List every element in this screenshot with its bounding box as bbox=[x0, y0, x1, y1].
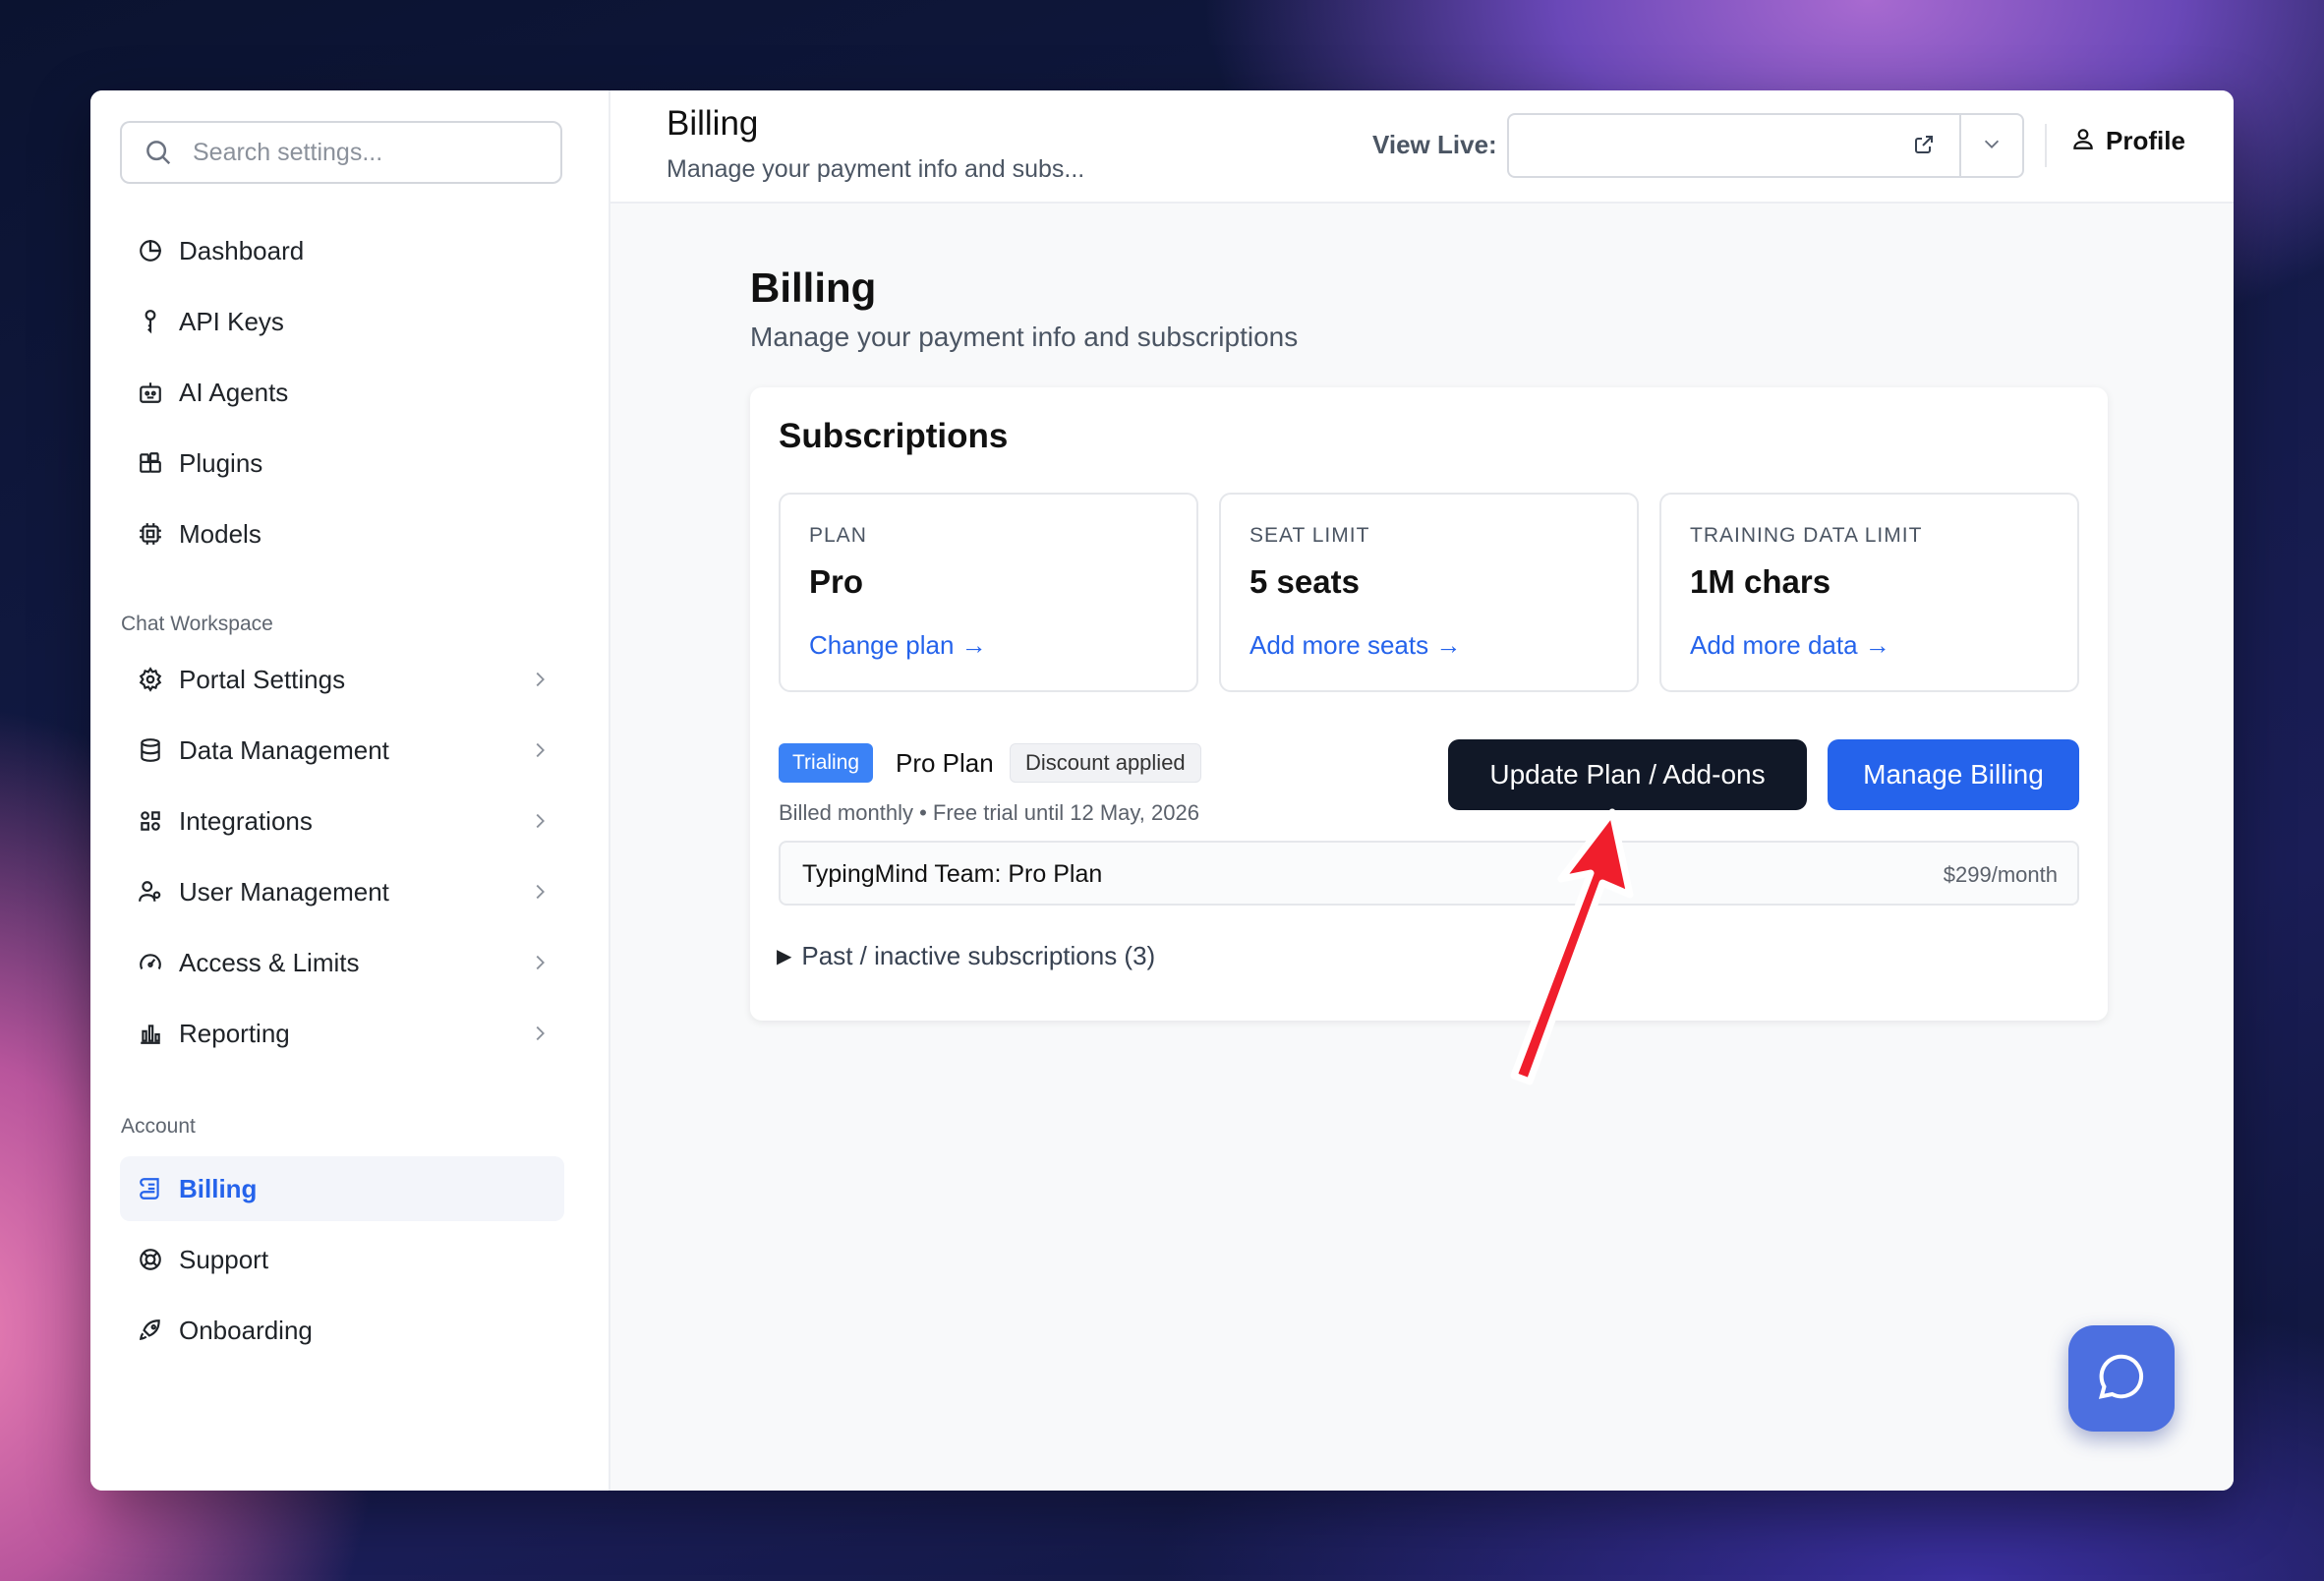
sidebar-item-user-management[interactable]: User Management bbox=[120, 859, 564, 924]
sidebar-item-label: Data Management bbox=[179, 734, 389, 765]
stat-key: SEAT LIMIT bbox=[1249, 524, 1370, 547]
view-live-select[interactable] bbox=[1507, 113, 2024, 178]
sidebar-item-label: Access & Limits bbox=[179, 947, 360, 977]
integrations-icon bbox=[136, 806, 165, 836]
top-bar: Billing Manage your payment info and sub… bbox=[610, 90, 2234, 204]
sidebar-item-api-keys[interactable]: API Keys bbox=[120, 289, 564, 354]
search-input[interactable] bbox=[191, 137, 529, 168]
sidebar: Dashboard API Keys AI Agents Plugins Mod… bbox=[90, 90, 610, 1491]
scroll-icon bbox=[136, 1174, 165, 1203]
profile-label: Profile bbox=[2106, 126, 2185, 155]
topbar-subtitle: Manage your payment info and subs... bbox=[667, 155, 1085, 183]
main-content: Billing Manage your payment info and sub… bbox=[610, 204, 2234, 1491]
database-icon bbox=[136, 735, 165, 765]
sidebar-item-label: Onboarding bbox=[179, 1315, 313, 1345]
sidebar-item-label: Models bbox=[179, 518, 261, 549]
stat-card-plan: PLAN Pro Change plan → bbox=[779, 493, 1198, 692]
sidebar-item-dashboard[interactable]: Dashboard bbox=[120, 218, 564, 283]
external-link-icon[interactable] bbox=[1912, 133, 1938, 158]
sidebar-item-plugins[interactable]: Plugins bbox=[120, 431, 564, 496]
users-icon bbox=[136, 877, 165, 907]
chevron-right-icon bbox=[529, 810, 551, 832]
app-window: Dashboard API Keys AI Agents Plugins Mod… bbox=[90, 90, 2234, 1491]
sidebar-item-integrations[interactable]: Integrations bbox=[120, 789, 564, 853]
gear-icon bbox=[136, 665, 165, 694]
change-plan-link[interactable]: Change plan → bbox=[809, 630, 987, 661]
robot-icon bbox=[136, 378, 165, 407]
chevron-right-icon bbox=[529, 669, 551, 690]
subscriptions-title: Subscriptions bbox=[779, 417, 1009, 455]
sidebar-item-support[interactable]: Support bbox=[120, 1227, 564, 1292]
add-data-link[interactable]: Add more data → bbox=[1690, 630, 1890, 661]
sidebar-item-access-limits[interactable]: Access & Limits bbox=[120, 930, 564, 995]
chevron-right-icon bbox=[529, 739, 551, 761]
sidebar-item-label: Reporting bbox=[179, 1018, 290, 1048]
stat-value: 5 seats bbox=[1249, 563, 1360, 600]
past-subscriptions-toggle[interactable]: ▶ Past / inactive subscriptions (3) bbox=[777, 941, 1155, 971]
chevron-right-icon bbox=[529, 1023, 551, 1044]
page-subtitle: Manage your payment info and subscriptio… bbox=[750, 322, 1299, 352]
view-live-field[interactable] bbox=[1509, 115, 1959, 176]
sidebar-item-label: Portal Settings bbox=[179, 664, 346, 694]
stat-key: PLAN bbox=[809, 524, 867, 547]
sidebar-item-portal-settings[interactable]: Portal Settings bbox=[120, 647, 564, 712]
sidebar-item-label: AI Agents bbox=[179, 377, 289, 407]
sidebar-item-label: API Keys bbox=[179, 306, 284, 336]
past-subscriptions-label: Past / inactive subscriptions (3) bbox=[801, 941, 1156, 970]
pie-chart-icon bbox=[136, 236, 165, 265]
sidebar-item-onboarding[interactable]: Onboarding bbox=[120, 1298, 564, 1363]
sidebar-item-label: Integrations bbox=[179, 805, 313, 836]
cpu-icon bbox=[136, 519, 165, 549]
disclosure-triangle-icon: ▶ bbox=[777, 946, 792, 967]
chevron-down-icon bbox=[1981, 133, 2003, 159]
view-live-label: View Live: bbox=[1372, 130, 1497, 159]
stat-value: Pro bbox=[809, 563, 864, 600]
sidebar-item-label: User Management bbox=[179, 876, 389, 907]
bar-chart-icon bbox=[136, 1019, 165, 1048]
sidebar-item-label: Dashboard bbox=[179, 235, 305, 265]
line-item-name: TypingMind Team: Pro Plan bbox=[802, 860, 1103, 888]
chevron-right-icon bbox=[529, 881, 551, 903]
add-seats-link[interactable]: Add more seats → bbox=[1249, 630, 1461, 661]
line-item-price: $299/month bbox=[1943, 862, 2058, 887]
rocket-icon bbox=[136, 1316, 165, 1345]
chat-bubble-icon bbox=[2095, 1350, 2148, 1408]
key-icon bbox=[136, 307, 165, 336]
chevron-right-icon bbox=[529, 952, 551, 973]
sidebar-item-data-management[interactable]: Data Management bbox=[120, 718, 564, 783]
sidebar-item-billing[interactable]: Billing bbox=[120, 1156, 564, 1221]
sidebar-item-reporting[interactable]: Reporting bbox=[120, 1001, 564, 1066]
subscriptions-card: Subscriptions PLAN Pro Change plan → SEA… bbox=[750, 387, 2108, 1021]
manage-billing-button[interactable]: Manage Billing bbox=[1828, 739, 2079, 810]
section-label-account: Account bbox=[121, 1115, 196, 1138]
divider bbox=[2045, 124, 2047, 167]
search-icon bbox=[144, 137, 175, 168]
puzzle-icon bbox=[136, 448, 165, 478]
user-icon bbox=[2070, 126, 2096, 156]
gauge-icon bbox=[136, 948, 165, 977]
page-title: Billing bbox=[750, 264, 877, 311]
stat-card-training-data: TRAINING DATA LIMIT 1M chars Add more da… bbox=[1659, 493, 2079, 692]
view-live-dropdown-button[interactable] bbox=[1959, 115, 2022, 176]
search-box[interactable] bbox=[120, 121, 562, 184]
billing-info: Billed monthly • Free trial until 12 May… bbox=[779, 800, 1199, 825]
sidebar-item-models[interactable]: Models bbox=[120, 501, 564, 566]
subscription-line-item: TypingMind Team: Pro Plan $299/month bbox=[779, 841, 2079, 906]
status-badge: Trialing bbox=[779, 743, 874, 783]
update-plan-button[interactable]: Update Plan / Add-ons bbox=[1448, 739, 1807, 810]
sidebar-item-ai-agents[interactable]: AI Agents bbox=[120, 360, 564, 425]
section-label-chat-workspace: Chat Workspace bbox=[121, 613, 273, 635]
chat-support-button[interactable] bbox=[2068, 1325, 2175, 1432]
sidebar-item-label: Plugins bbox=[179, 447, 263, 478]
discount-badge: Discount applied bbox=[1010, 743, 1201, 783]
lifebuoy-icon bbox=[136, 1245, 165, 1274]
sidebar-item-label: Support bbox=[179, 1244, 269, 1274]
profile-button[interactable]: Profile bbox=[2070, 126, 2185, 156]
stat-key: TRAINING DATA LIMIT bbox=[1690, 524, 1923, 547]
sidebar-item-label: Billing bbox=[179, 1173, 258, 1203]
topbar-title: Billing bbox=[667, 104, 759, 143]
plan-name: Pro Plan bbox=[896, 748, 994, 778]
stat-card-seat-limit: SEAT LIMIT 5 seats Add more seats → bbox=[1219, 493, 1639, 692]
stat-value: 1M chars bbox=[1690, 563, 1831, 600]
